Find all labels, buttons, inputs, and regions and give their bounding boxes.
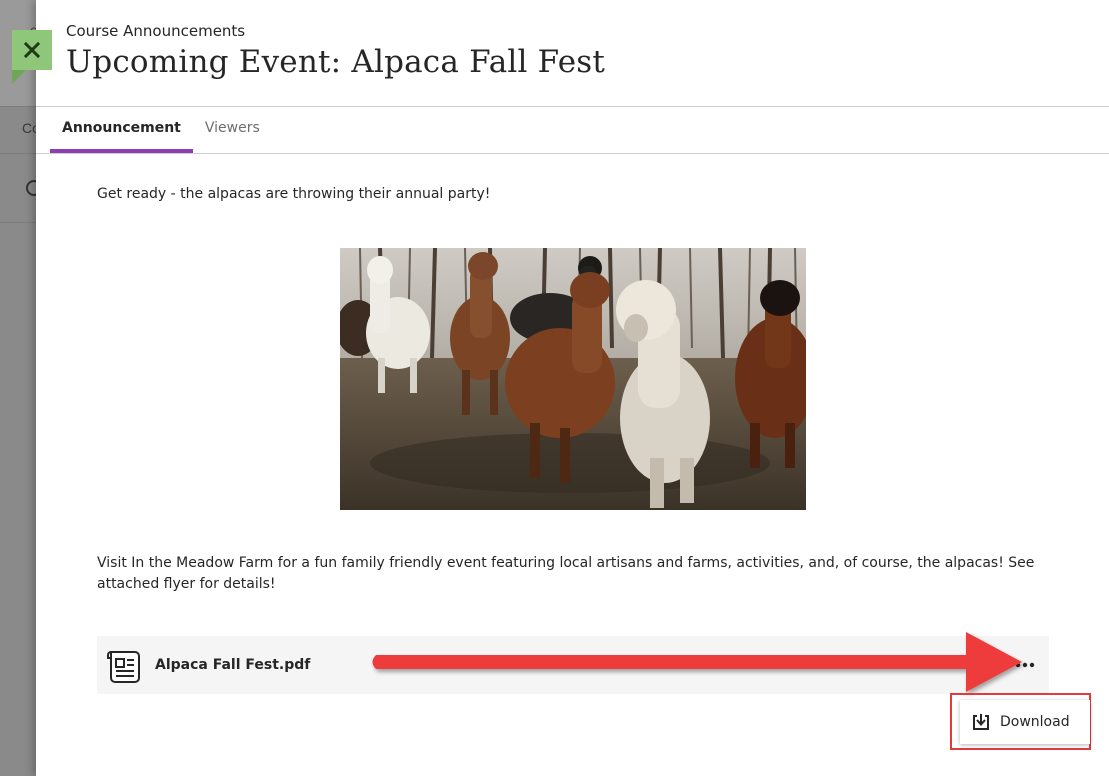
breadcrumb[interactable]: Course Announcements [66, 22, 245, 40]
body-text: Visit In the Meadow Farm for a fun famil… [97, 555, 1035, 592]
close-button[interactable] [12, 30, 52, 70]
download-menu-item[interactable]: Download [960, 700, 1090, 744]
document-icon [107, 651, 140, 683]
tabs-divider [36, 153, 1109, 154]
tab-bar: Announcement Viewers [50, 107, 272, 153]
background-page: e Co [0, 0, 36, 776]
download-label: Download [1000, 714, 1070, 730]
close-icon [24, 42, 40, 58]
background-tab-fragment: Co [22, 120, 36, 136]
background-divider [0, 106, 36, 107]
background-divider [0, 153, 36, 154]
intro-text: Get ready - the alpacas are throwing the… [97, 186, 491, 202]
announcement-panel: Course Announcements Upcoming Event: Alp… [12, 0, 1109, 776]
tab-announcement[interactable]: Announcement [50, 107, 193, 153]
attachment-file-name[interactable]: Alpaca Fall Fest.pdf [155, 657, 310, 673]
more-options-icon[interactable] [1007, 654, 1043, 676]
attachment-row[interactable]: Alpaca Fall Fest.pdf [97, 636, 1049, 694]
background-status-icon [26, 180, 36, 196]
tab-viewers[interactable]: Viewers [193, 107, 272, 153]
background-divider [0, 222, 36, 223]
alpaca-photo [340, 248, 806, 510]
close-button-tail [12, 70, 26, 84]
download-icon [973, 714, 989, 730]
page-title: Upcoming Event: Alpaca Fall Fest [66, 44, 606, 80]
